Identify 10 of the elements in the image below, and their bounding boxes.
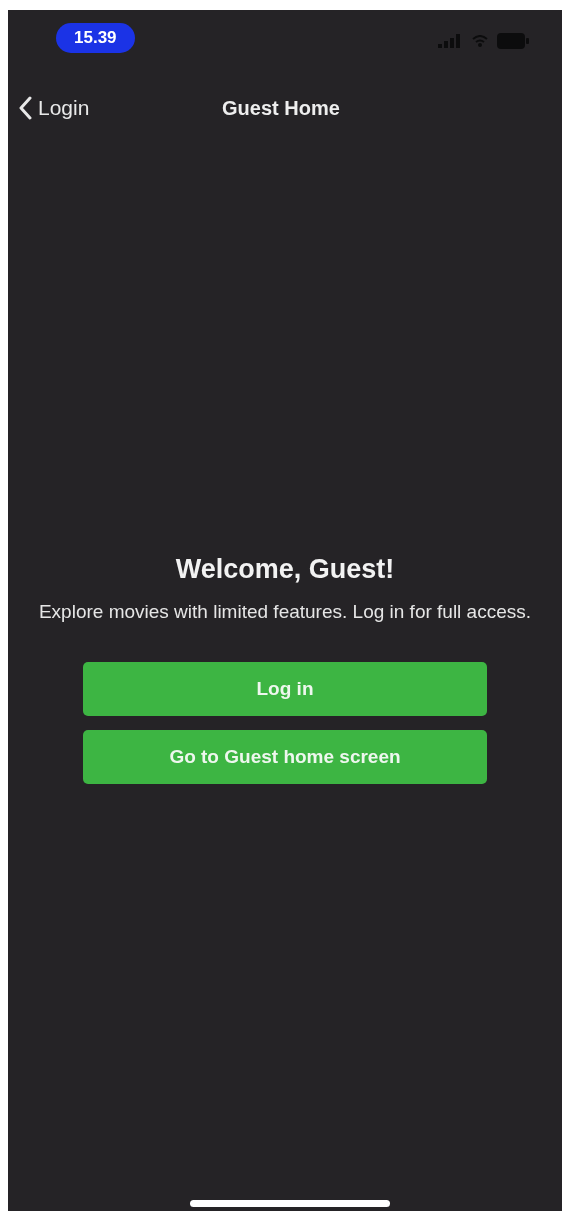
battery-icon	[496, 32, 530, 50]
screen-title: Guest Home	[222, 96, 340, 120]
back-button[interactable]: Login	[8, 96, 90, 120]
welcome-text: Explore movies with limited features. Log in for full access.	[37, 600, 533, 624]
chevron-left-icon	[18, 96, 32, 120]
sign-in-button[interactable]: Log in	[83, 662, 487, 716]
welcome-heading: Welcome, Guest!	[175, 554, 395, 585]
wifi-icon	[472, 35, 488, 47]
guest-home-button[interactable]: Go to Guest home screen	[83, 730, 487, 784]
status-time: 15.39	[56, 23, 135, 53]
